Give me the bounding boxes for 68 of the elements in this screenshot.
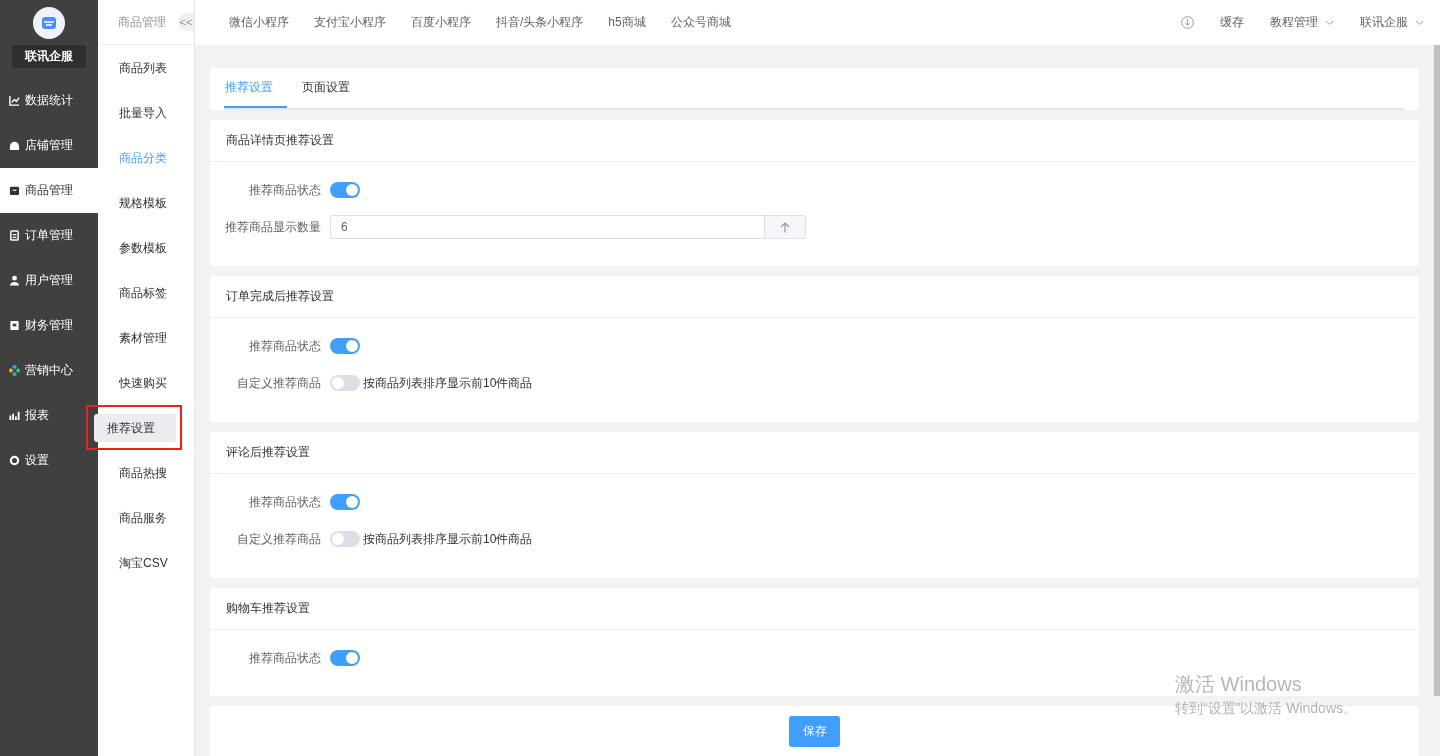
activation-text: 转到“设置”以激活 Windows。: [1175, 700, 1357, 718]
toggle-switch[interactable]: [330, 182, 360, 198]
submenu-item[interactable]: 参数模板: [106, 233, 188, 262]
toggle-switch[interactable]: [330, 650, 360, 666]
scrollbar-thumb[interactable]: [1434, 45, 1440, 696]
toggle-switch[interactable]: [330, 494, 360, 510]
store-logo-icon: [33, 7, 65, 39]
submenu-item[interactable]: 商品列表: [106, 53, 188, 82]
field-label: 推荐商品状态: [248, 181, 322, 199]
field-label: 推荐商品状态: [248, 337, 322, 355]
sidebar-item[interactable]: 店铺管理: [0, 123, 98, 168]
cache-link[interactable]: 缓存: [1220, 14, 1244, 31]
up-arrow-icon: [780, 221, 790, 233]
submenu-item[interactable]: 快速购买: [106, 368, 188, 397]
section-title: 评论后推荐设置: [226, 444, 310, 461]
platform-link[interactable]: 百度小程序: [411, 14, 471, 31]
platform-link[interactable]: 支付宝小程序: [314, 14, 386, 31]
toggle-switch[interactable]: [330, 375, 360, 391]
dropdown-menu[interactable]: 联讯企服: [1360, 14, 1424, 31]
chevron-down-icon: [1325, 19, 1334, 26]
bag-icon: [9, 185, 20, 196]
platform-link[interactable]: 抖音/头条小程序: [496, 14, 584, 31]
sidebar-item[interactable]: 财务管理: [0, 303, 98, 348]
colorful-grid-icon: [9, 365, 20, 376]
download-icon[interactable]: [1181, 16, 1194, 29]
number-input[interactable]: 6: [330, 215, 764, 239]
submenu-item[interactable]: 推荐设置: [94, 413, 176, 442]
sidebar-item[interactable]: 数据统计: [0, 78, 98, 123]
submenu-item[interactable]: 商品热搜: [106, 458, 188, 487]
chart-icon: [9, 95, 20, 106]
submenu-item[interactable]: 商品服务: [106, 503, 188, 532]
platform-link[interactable]: 微信小程序: [229, 14, 289, 31]
toggle-hint: 按商品列表排序显示前10件商品: [363, 530, 533, 548]
sidebar-item[interactable]: 订单管理: [0, 213, 98, 258]
section-title: 订单完成后推荐设置: [226, 288, 334, 305]
clipboard-icon: [9, 230, 20, 241]
submenu-item[interactable]: 批量导入: [106, 98, 188, 127]
activation-title: 激活 Windows: [1175, 672, 1303, 697]
sidebar-item[interactable]: 用户管理: [0, 258, 98, 303]
sidebar-item[interactable]: 营销中心: [0, 348, 98, 393]
field-label: 自定义推荐商品: [236, 374, 322, 392]
submenu-item[interactable]: 规格模板: [106, 188, 188, 217]
toggle-switch[interactable]: [330, 531, 360, 547]
person-icon: [9, 275, 20, 286]
field-label: 推荐商品状态: [248, 649, 322, 667]
house-icon: [9, 140, 20, 151]
submenu-item[interactable]: 商品标签: [106, 278, 188, 307]
chevron-down-icon: [1415, 19, 1424, 26]
sidebar-item[interactable]: 商品管理: [0, 168, 98, 213]
toggle-hint: 按商品列表排序显示前10件商品: [363, 374, 533, 392]
section-title: 商品详情页推荐设置: [226, 132, 334, 149]
field-label: 推荐商品状态: [248, 493, 322, 511]
submenu-item[interactable]: 淘宝CSV: [106, 548, 188, 577]
platform-link[interactable]: h5商城: [608, 14, 646, 31]
wallet-icon: [9, 320, 20, 331]
bar-chart-icon: [9, 410, 20, 421]
submenu-item[interactable]: 素材管理: [106, 323, 188, 352]
platform-link[interactable]: 公众号商城: [670, 14, 731, 31]
gear-icon: [9, 455, 20, 466]
field-label: 自定义推荐商品: [236, 530, 322, 548]
dropdown-menu[interactable]: 教程管理: [1270, 14, 1334, 31]
submenu-title: 商品管理: [118, 13, 166, 31]
brand-name: 联讯企服: [12, 45, 86, 68]
toggle-switch[interactable]: [330, 338, 360, 354]
section-title: 购物车推荐设置: [226, 600, 310, 617]
field-label: 推荐商品显示数量: [224, 218, 322, 236]
tab[interactable]: 页面设置: [301, 68, 364, 108]
increment-button[interactable]: [764, 215, 806, 239]
